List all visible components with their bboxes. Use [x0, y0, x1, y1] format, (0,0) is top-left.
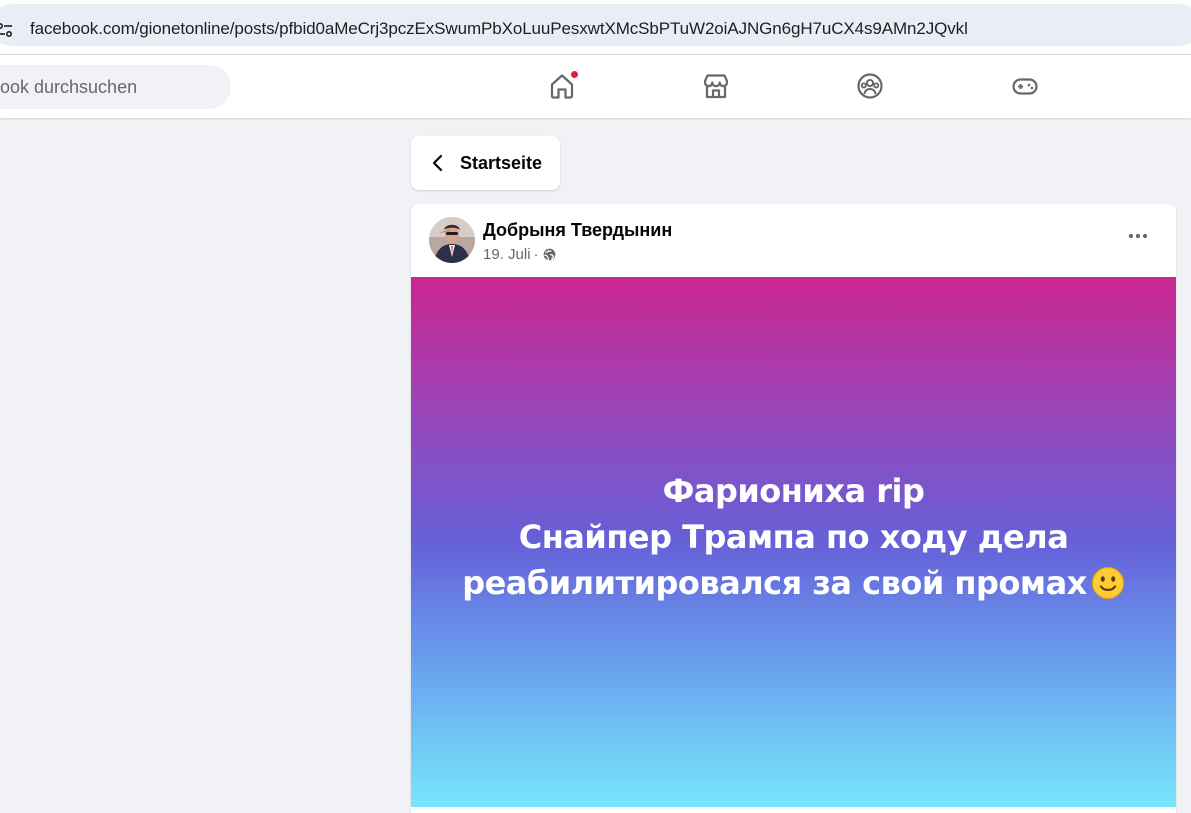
post-author-name[interactable]: Добрыня Твердынин [483, 220, 672, 241]
avatar[interactable] [429, 217, 475, 263]
search-input[interactable]: ook durchsuchen [0, 77, 137, 98]
post-meta: 19. Juli · [483, 246, 556, 263]
browser-address-bar: facebook.com/gionetonline/posts/pfbid0aM… [0, 0, 1191, 54]
post-text-line-3: реабилитировался за свой промах [462, 560, 1125, 606]
post-background-text: Фариониха rip Снайпер Трампа по ходу дел… [411, 277, 1176, 807]
url-field[interactable]: facebook.com/gionetonline/posts/pfbid0aM… [0, 4, 1191, 46]
marketplace-icon[interactable] [700, 70, 732, 102]
post-card: Добрыня Твердынин 19. Juli · Фариониха r… [411, 204, 1176, 813]
more-horizontal-icon[interactable] [1124, 226, 1152, 246]
post-text-line-1: Фариониха rip [662, 472, 925, 510]
facebook-top-bar: ook durchsuchen [0, 54, 1191, 118]
post-text-line-3-text: реабилитировался за свой промах [462, 564, 1087, 602]
back-to-home-button[interactable]: Startseite [411, 136, 560, 190]
chevron-left-icon [432, 154, 443, 172]
meta-separator: · [533, 246, 539, 263]
slightly-smiling-face-icon [1091, 567, 1124, 599]
globe-icon [543, 248, 555, 261]
tune-icon[interactable] [0, 21, 14, 39]
notification-dot [570, 70, 579, 79]
groups-icon[interactable] [854, 70, 886, 102]
gaming-icon[interactable] [1009, 70, 1041, 102]
url-text[interactable]: facebook.com/gionetonline/posts/pfbid0aM… [30, 19, 968, 39]
search-box[interactable]: ook durchsuchen [0, 65, 231, 109]
post-date[interactable]: 19. Juli [483, 246, 531, 263]
post-text-line-2: Снайпер Трампа по ходу дела [518, 518, 1069, 556]
back-button-label: Startseite [460, 152, 543, 173]
